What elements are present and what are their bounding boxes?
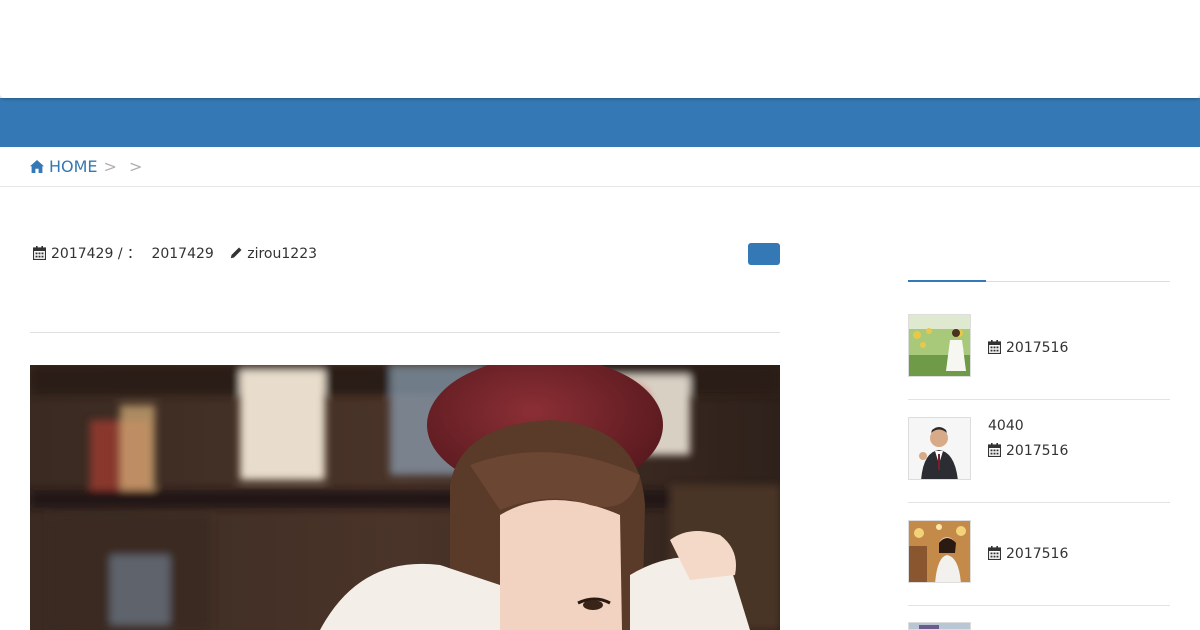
breadcrumb-separator: > [103, 157, 117, 176]
sidebar-post-date: 2017516 [988, 339, 1068, 357]
sidebar-post[interactable]: 2017516 [908, 314, 1170, 400]
sidebar-post-divider [908, 399, 1170, 400]
calendar-icon [33, 246, 46, 260]
global-nav-bar [0, 98, 1200, 147]
sidebar-post-divider [908, 502, 1170, 503]
author-name[interactable]: zirou1223 [247, 246, 317, 262]
site-header [0, 0, 1200, 98]
home-icon [30, 160, 44, 173]
published-date: 2017429 [51, 246, 114, 262]
calendar-icon [988, 443, 1001, 457]
sidebar-heading-accent [908, 280, 986, 282]
breadcrumb-home-label[interactable]: HOME [49, 157, 98, 176]
updated-date: 2017429 [151, 246, 214, 262]
sidebar-post-date-text: 2017516 [1006, 546, 1069, 562]
category-button[interactable] [748, 243, 780, 265]
sidebar-post[interactable]: 2017516 [908, 520, 1170, 606]
woman-in-sunflower-field-photo[interactable] [908, 314, 971, 377]
sidebar-post[interactable] [908, 622, 1170, 630]
sidebar-post-divider [908, 605, 1170, 606]
sidebar-post-title[interactable]: 4040 [988, 417, 1024, 435]
breadcrumb-divider [0, 186, 1200, 187]
featured-image [30, 365, 780, 630]
sidebar-post-date: 2017516 [988, 545, 1068, 563]
man-in-suit-waving-photo[interactable] [908, 417, 971, 480]
sidebar-post-date-text: 2017516 [1006, 443, 1069, 459]
pencil-icon [231, 247, 242, 259]
calendar-icon [988, 546, 1001, 560]
title-divider [30, 332, 780, 333]
updated-label: ： [126, 246, 141, 262]
post-meta: 2017429 / ： 2017429 zirou1223 [33, 244, 317, 264]
post-thumbnail-photo[interactable] [908, 622, 971, 630]
woman-at-party-photo[interactable] [908, 520, 971, 583]
sidebar-heading [908, 280, 1170, 282]
sidebar-post-date: 2017516 [988, 442, 1068, 460]
sidebar-post[interactable]: 4040 2017516 [908, 417, 1170, 503]
calendar-icon [988, 340, 1001, 354]
sidebar-post-date-text: 2017516 [1006, 340, 1069, 356]
breadcrumb: HOME > > [30, 147, 1200, 186]
breadcrumb-home-link[interactable]: HOME [30, 157, 98, 176]
breadcrumb-separator: > [128, 157, 143, 176]
date-slash: / [117, 246, 123, 262]
